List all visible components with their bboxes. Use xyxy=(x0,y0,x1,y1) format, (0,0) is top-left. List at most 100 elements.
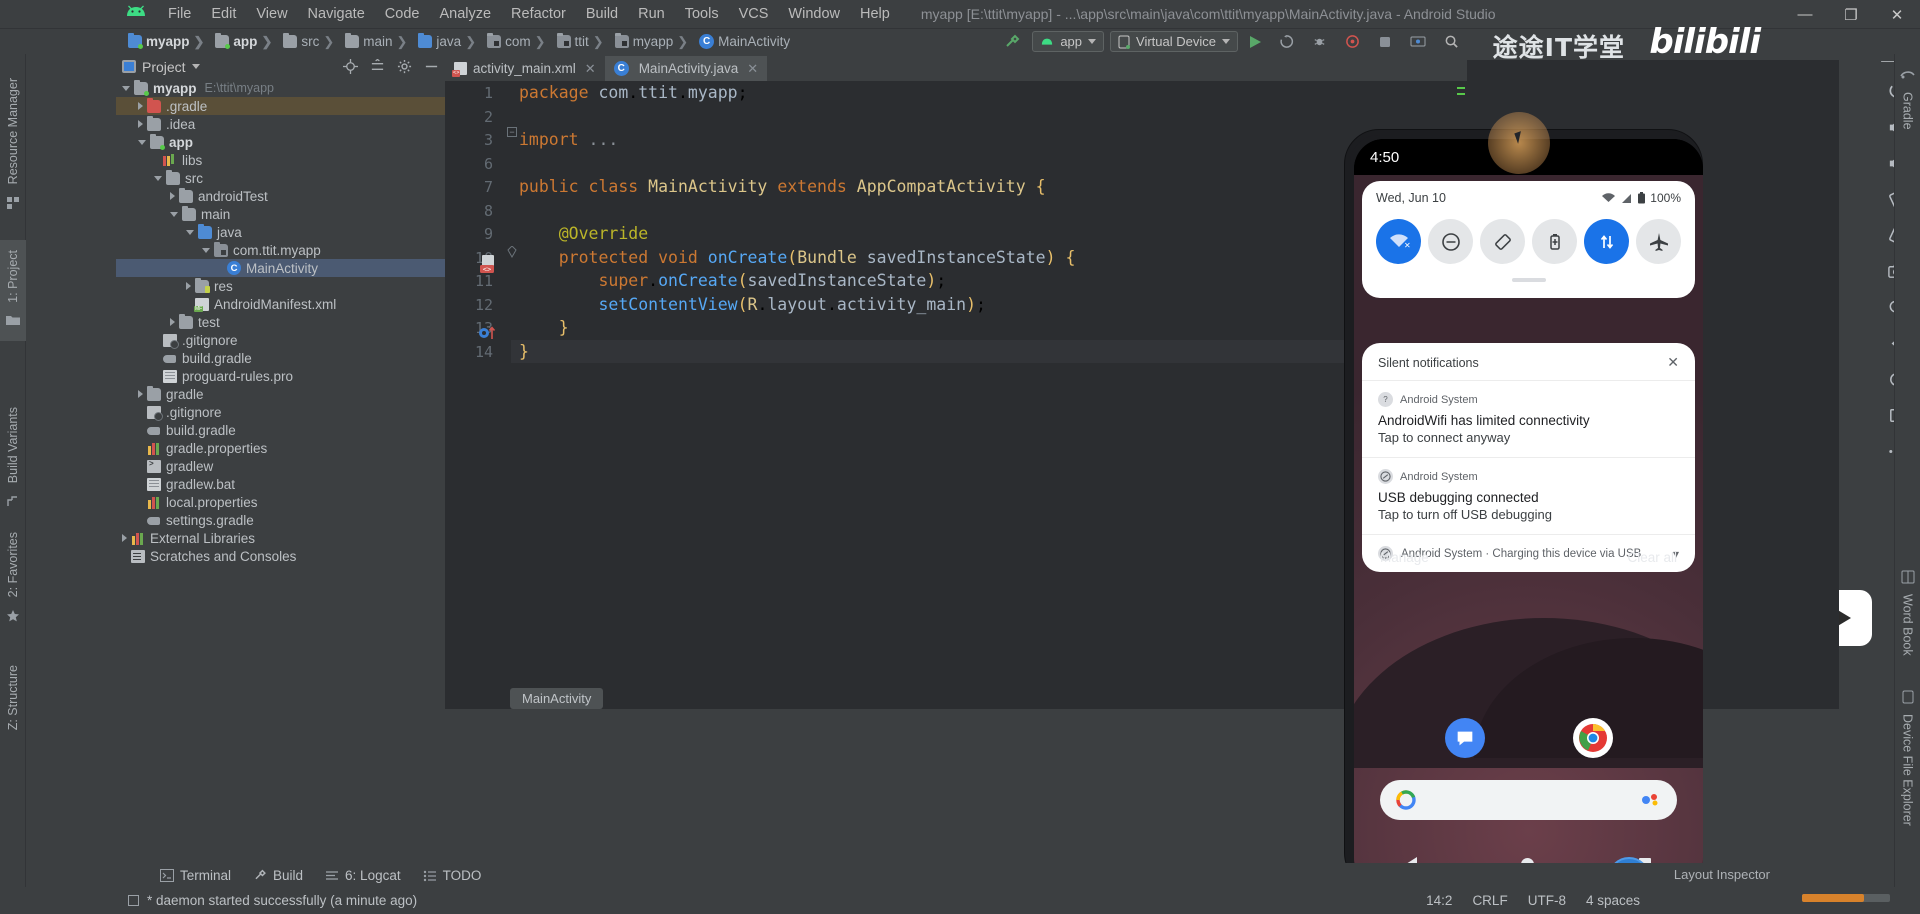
home-dock[interactable] xyxy=(1354,718,1703,758)
menu-analyze[interactable]: Analyze xyxy=(430,3,500,25)
tab-mainactivity-java[interactable]: C MainActivity.java ✕ xyxy=(604,56,768,81)
breadcrumb-item-ttit[interactable]: ttit ❯ xyxy=(554,33,611,51)
main-menu[interactable]: File Edit View Navigate Code Analyze Ref… xyxy=(159,3,899,25)
sidebar-item-structure[interactable]: Z: Structure xyxy=(0,659,26,736)
tree-node[interactable]: gradlew.bat xyxy=(116,475,445,493)
do-not-disturb-tile[interactable] xyxy=(1428,219,1473,264)
run-configuration-selector[interactable]: app xyxy=(1032,31,1105,52)
sidebar-item-build-variants[interactable]: Build Variants xyxy=(0,401,26,489)
android-home-screen[interactable]: Wed, Jun 10 100% ✕ Silent notifications … xyxy=(1354,175,1703,888)
tree-node[interactable]: proguard-rules.pro xyxy=(116,367,445,385)
apply-changes-button[interactable] xyxy=(1273,32,1300,51)
messages-app-icon[interactable] xyxy=(1444,718,1485,758)
menu-navigate[interactable]: Navigate xyxy=(299,3,374,25)
gear-icon[interactable] xyxy=(397,59,412,74)
quick-settings-tiles[interactable]: ✕ xyxy=(1376,219,1681,264)
clear-all-button[interactable]: Clear all xyxy=(1627,550,1677,565)
chevron-down-icon[interactable] xyxy=(154,175,162,181)
tree-node[interactable]: com.ttit.myapp xyxy=(116,241,445,259)
tree-node[interactable]: settings.gradle xyxy=(116,511,445,529)
build-hammer-button[interactable] xyxy=(998,32,1026,52)
menu-window[interactable]: Window xyxy=(779,3,849,25)
sidebar-item-device-file-explorer[interactable]: Device File Explorer xyxy=(1895,690,1920,826)
stop-button[interactable] xyxy=(1372,33,1398,51)
tree-node[interactable]: main xyxy=(116,205,445,223)
menu-file[interactable]: File xyxy=(159,3,200,25)
file-encoding[interactable]: UTF-8 xyxy=(1528,893,1566,908)
tree-node[interactable]: res xyxy=(116,277,445,295)
code-line[interactable]: } xyxy=(519,316,569,340)
hide-panel-icon[interactable] xyxy=(424,59,439,74)
menu-edit[interactable]: Edit xyxy=(202,3,245,25)
tree-node[interactable]: src xyxy=(116,169,445,187)
breadcrumb-item-main[interactable]: main ❯ xyxy=(342,33,414,51)
breadcrumb-item-myapp[interactable]: myapp ❯ xyxy=(125,33,211,51)
maximize-button[interactable]: ❐ xyxy=(1828,0,1874,29)
close-button[interactable]: ✕ xyxy=(1874,0,1920,29)
mobile-data-tile[interactable] xyxy=(1584,219,1629,264)
menu-view[interactable]: View xyxy=(247,3,296,25)
quick-settings-panel[interactable]: Wed, Jun 10 100% ✕ xyxy=(1362,181,1695,298)
target-icon[interactable] xyxy=(343,59,358,74)
breadcrumb-item-mainactivity[interactable]: C MainActivity xyxy=(696,33,793,50)
indent-setting[interactable]: 4 spaces xyxy=(1586,893,1640,908)
project-tree[interactable]: myapp E:\ttit\myapp .gradle .idea app libs src… xyxy=(116,79,445,709)
menu-build[interactable]: Build xyxy=(577,3,627,25)
battery-saver-tile[interactable] xyxy=(1532,219,1577,264)
chevron-down-icon[interactable] xyxy=(138,139,146,145)
sidebar-item-gradle[interactable]: Gradle xyxy=(1895,68,1920,130)
chevron-down-icon[interactable] xyxy=(122,85,130,91)
tree-node[interactable]: libs xyxy=(116,151,445,169)
tree-node[interactable]: .gitignore xyxy=(116,403,445,421)
layout-inspector-label[interactable]: Layout Inspector xyxy=(1674,867,1770,882)
search-everywhere-button[interactable] xyxy=(1438,32,1465,51)
chevron-right-icon[interactable] xyxy=(170,192,175,200)
tree-node[interactable]: androidTest xyxy=(116,187,445,205)
menu-tools[interactable]: Tools xyxy=(676,3,728,25)
manage-button[interactable]: Manage xyxy=(1380,550,1429,565)
tree-node[interactable]: gradle xyxy=(116,385,445,403)
close-icon[interactable]: ✕ xyxy=(1667,354,1679,371)
code-line[interactable]: package com.ttit.myapp; xyxy=(519,81,748,105)
menu-run[interactable]: Run xyxy=(629,3,674,25)
avd-manager-button[interactable] xyxy=(1404,33,1432,51)
line-separator[interactable]: CRLF xyxy=(1472,893,1507,908)
project-panel-title[interactable]: Project xyxy=(122,59,200,75)
chevron-down-icon[interactable] xyxy=(170,211,178,217)
sidebar-item-resource-manager[interactable]: Resource Manager xyxy=(0,72,26,190)
profile-button[interactable] xyxy=(1339,32,1366,51)
chevron-right-icon[interactable] xyxy=(138,102,143,110)
notification-item-wifi[interactable]: ? Android System AndroidWifi has limited… xyxy=(1362,381,1695,458)
breadcrumb-item-app[interactable]: app ❯ xyxy=(212,33,279,51)
sidebar-item-word-book[interactable]: Word Book xyxy=(1895,570,1920,655)
chevron-right-icon[interactable] xyxy=(186,282,191,290)
wifi-off-tile[interactable]: ✕ xyxy=(1376,219,1421,264)
menu-refactor[interactable]: Refactor xyxy=(502,3,575,25)
chevron-down-icon[interactable] xyxy=(202,247,210,253)
tree-node[interactable]: AndroidManifest.xml xyxy=(116,295,445,313)
tab-activity-main-xml[interactable]: activity_main.xml ✕ xyxy=(445,56,605,81)
tree-node[interactable]: test xyxy=(116,313,445,331)
layout-marker-icon[interactable]: <> xyxy=(479,254,501,274)
collapse-all-icon[interactable] xyxy=(370,59,385,74)
auto-rotate-tile[interactable] xyxy=(1480,219,1525,264)
tree-node[interactable]: .idea xyxy=(116,115,445,133)
code-line[interactable]: protected void onCreate(Bundle savedInst… xyxy=(519,246,1076,270)
tree-node[interactable]: Scratches and Consoles xyxy=(116,547,445,565)
menu-help[interactable]: Help xyxy=(851,3,899,25)
chevron-down-icon[interactable] xyxy=(186,229,194,235)
code-line[interactable]: setContentView(R.layout.activity_main); xyxy=(519,293,985,317)
tree-node[interactable]: java xyxy=(116,223,445,241)
bottom-tool-todo[interactable]: TODO xyxy=(423,868,481,883)
bottom-tool-logcat[interactable]: 6: Logcat xyxy=(325,868,401,883)
code-line[interactable]: import ... xyxy=(519,128,618,152)
breadcrumb-item-src[interactable]: src ❯ xyxy=(280,33,341,51)
code-line[interactable]: } xyxy=(511,339,1467,363)
breadcrumb-item-java[interactable]: java ❯ xyxy=(415,33,483,51)
code-editor[interactable]: 12367891011121314 − <> package com.ttit.… xyxy=(445,81,1467,709)
close-icon[interactable]: ✕ xyxy=(585,61,596,77)
tree-node-selected[interactable]: C MainActivity xyxy=(116,259,445,277)
tree-node[interactable]: .gitignore xyxy=(116,331,445,349)
tree-node[interactable]: build.gradle xyxy=(116,421,445,439)
menu-vcs[interactable]: VCS xyxy=(730,3,778,25)
